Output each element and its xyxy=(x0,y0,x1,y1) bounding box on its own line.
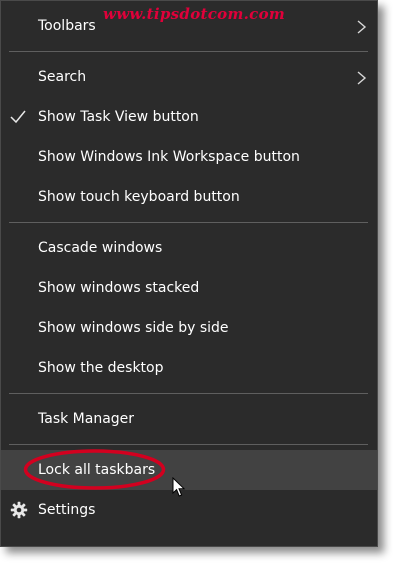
check-icon xyxy=(10,110,26,124)
menu-item-label: Show windows side by side xyxy=(38,320,229,336)
mouse-pointer-icon xyxy=(172,477,186,497)
menu-item-label: Show touch keyboard button xyxy=(38,189,240,205)
menu-item-label: Show windows stacked xyxy=(38,280,200,296)
menu-item-label: Cascade windows xyxy=(38,240,163,256)
menu-item-search[interactable]: Search xyxy=(1,57,377,97)
chevron-right-icon xyxy=(357,71,367,85)
menu-item-label: Settings xyxy=(38,502,96,518)
menu-item-label: Show the desktop xyxy=(38,360,164,376)
menu-separator xyxy=(9,222,368,223)
menu-item-toolbars[interactable]: Toolbars xyxy=(1,6,377,46)
menu-item-label: Toolbars xyxy=(38,18,96,34)
menu-item-show-windows-stacked[interactable]: Show windows stacked xyxy=(1,268,377,308)
menu-item-show-touch-keyboard[interactable]: Show touch keyboard button xyxy=(1,177,377,217)
menu-item-settings[interactable]: Settings xyxy=(1,490,377,530)
menu-item-show-task-view[interactable]: Show Task View button xyxy=(1,97,377,137)
menu-item-label: Task Manager xyxy=(38,411,135,427)
taskbar-context-menu: www.tipsdotcom.com Toolbars Search Show … xyxy=(0,0,378,547)
menu-item-label: Show Windows Ink Workspace button xyxy=(38,149,300,165)
menu-separator xyxy=(9,444,368,445)
menu-item-show-ink-workspace[interactable]: Show Windows Ink Workspace button xyxy=(1,137,377,177)
chevron-right-icon xyxy=(357,20,367,34)
menu-item-label: Show Task View button xyxy=(38,109,199,125)
menu-item-task-manager[interactable]: Task Manager xyxy=(1,399,377,439)
menu-separator xyxy=(9,393,368,394)
menu-item-cascade-windows[interactable]: Cascade windows xyxy=(1,228,377,268)
menu-item-show-windows-side-by-side[interactable]: Show windows side by side xyxy=(1,308,377,348)
annotation-ellipse xyxy=(23,449,166,490)
menu-item-show-desktop[interactable]: Show the desktop xyxy=(1,348,377,388)
menu-item-label: Search xyxy=(38,69,87,85)
gear-icon xyxy=(10,501,28,519)
menu-separator xyxy=(9,51,368,52)
